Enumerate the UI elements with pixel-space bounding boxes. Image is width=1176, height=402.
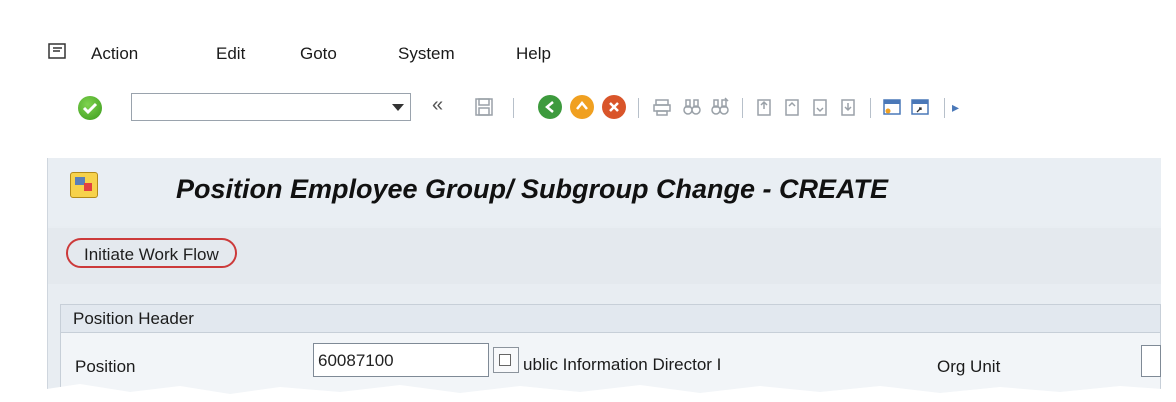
toolbar-separator [742, 98, 743, 118]
find-next-icon[interactable] [710, 97, 730, 117]
shortcut-icon[interactable] [910, 97, 930, 117]
position-input[interactable]: 60087100 [313, 343, 489, 377]
menu-action[interactable]: Action [91, 44, 138, 64]
menu-help[interactable]: Help [516, 44, 551, 64]
next-page-icon[interactable] [810, 97, 830, 117]
application-toolbar: Initiate Work Flow [48, 228, 1161, 284]
cancel-icon[interactable] [602, 95, 626, 119]
more-icon[interactable]: ▸ [952, 99, 959, 116]
menu-bar: Action Edit Goto System Help [0, 28, 1160, 78]
chevron-down-icon[interactable] [392, 104, 404, 111]
menu-goto[interactable]: Goto [300, 44, 337, 64]
match-code-icon[interactable] [493, 347, 519, 373]
exit-icon[interactable] [570, 95, 594, 119]
menu-edit[interactable]: Edit [216, 44, 245, 64]
new-session-icon[interactable] [882, 97, 902, 117]
toolbar-separator [870, 98, 871, 118]
back-icon[interactable] [538, 95, 562, 119]
group-title: Position Header [61, 305, 1160, 333]
toolbar-separator [944, 98, 945, 118]
green-check-icon[interactable] [78, 96, 102, 120]
last-page-icon[interactable] [838, 97, 858, 117]
initiate-work-flow-button[interactable]: Initiate Work Flow [66, 238, 237, 268]
org-unit-label: Org Unit [937, 357, 1001, 376]
page-title: Position Employee Group/ Subgroup Change… [176, 174, 889, 204]
sap-window: Action Edit Goto System Help « ▸ Positio… [0, 0, 1176, 402]
position-label: Position [75, 357, 136, 376]
org-unit-input[interactable] [1141, 345, 1161, 377]
collapse-icon[interactable]: « [432, 94, 443, 117]
previous-page-icon[interactable] [782, 97, 802, 117]
toolbar-separator [513, 98, 514, 118]
print-icon[interactable] [652, 97, 672, 117]
torn-edge [0, 384, 1176, 402]
position-description: ublic Information Director I [523, 355, 722, 374]
title-bar: Position Employee Group/ Subgroup Change… [48, 158, 1161, 226]
transaction-icon-part [84, 183, 92, 191]
menu-system[interactable]: System [398, 44, 455, 64]
screen-area: Position Employee Group/ Subgroup Change… [47, 158, 1161, 402]
command-field[interactable] [131, 93, 411, 121]
standard-toolbar: « ▸ [0, 86, 1160, 138]
save-icon[interactable] [474, 97, 494, 117]
transaction-icon[interactable] [70, 172, 98, 198]
toolbar-separator [638, 98, 639, 118]
first-page-icon[interactable] [754, 97, 774, 117]
menu-icon[interactable] [48, 43, 66, 59]
find-icon[interactable] [682, 97, 702, 117]
